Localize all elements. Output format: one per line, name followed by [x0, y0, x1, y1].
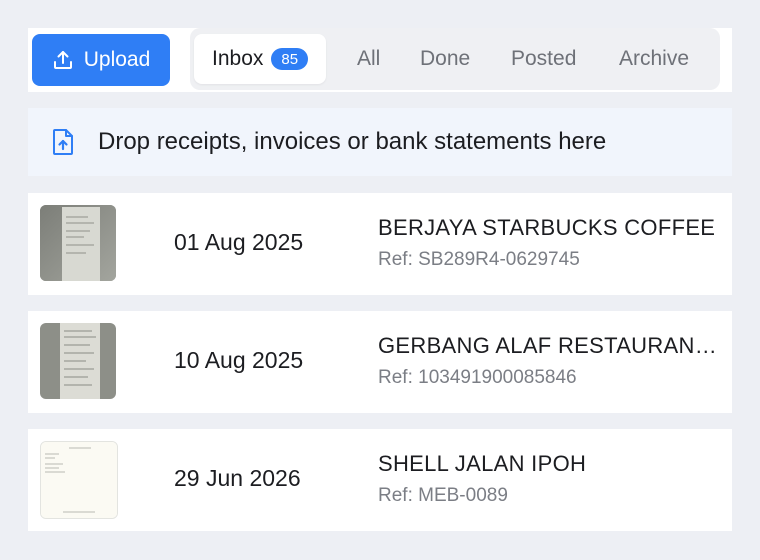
- row-merchant: BERJAYA STARBUCKS COFFEE: [378, 215, 716, 240]
- tab-archive[interactable]: Archive: [619, 34, 689, 84]
- tab-done[interactable]: Done: [420, 34, 470, 84]
- document-thumbnail[interactable]: [40, 441, 118, 519]
- upload-label: Upload: [83, 48, 151, 71]
- list-item[interactable]: 01 Aug 2025 BERJAYA STARBUCKS COFFEE Ref…: [28, 193, 732, 295]
- tab-posted[interactable]: Posted: [511, 34, 576, 84]
- tab-all[interactable]: All: [357, 34, 380, 84]
- receipt-thumbnail[interactable]: [40, 205, 116, 281]
- tab-inbox[interactable]: Inbox 85: [194, 34, 327, 84]
- upload-icon: [52, 49, 74, 71]
- row-ref: Ref: 103491900085846: [378, 367, 577, 388]
- row-date: 10 Aug 2025: [174, 347, 304, 373]
- upload-button[interactable]: Upload: [32, 34, 170, 86]
- list-item[interactable]: 10 Aug 2025 GERBANG ALAF RESTAURANTS Ref…: [28, 311, 732, 413]
- inbox-count-badge: 85: [271, 48, 309, 70]
- tab-archive-label: Archive: [619, 47, 690, 70]
- row-ref: Ref: MEB-0089: [378, 485, 508, 506]
- list-item[interactable]: 29 Jun 2026 SHELL JALAN IPOH Ref: MEB-00…: [28, 429, 732, 531]
- receipt-thumbnail[interactable]: [40, 323, 116, 399]
- file-upload-icon: [52, 128, 74, 156]
- tab-all-label: All: [357, 47, 381, 70]
- tab-inbox-label: Inbox: [212, 47, 264, 70]
- row-merchant: GERBANG ALAF RESTAURANTS: [378, 333, 720, 358]
- dropzone-text: Drop receipts, invoices or bank statemen…: [98, 128, 607, 155]
- tab-done-label: Done: [420, 47, 471, 70]
- row-date: 01 Aug 2025: [174, 229, 304, 255]
- dropzone[interactable]: Drop receipts, invoices or bank statemen…: [28, 108, 732, 176]
- row-merchant: SHELL JALAN IPOH: [378, 451, 587, 476]
- tab-bar: Inbox 85 All Done Posted Archive: [190, 28, 720, 90]
- tab-posted-label: Posted: [511, 47, 577, 70]
- toolbar: Upload Inbox 85 All Done Posted Archive: [28, 28, 732, 92]
- row-ref: Ref: SB289R4-0629745: [378, 249, 580, 270]
- row-date: 29 Jun 2026: [174, 465, 301, 491]
